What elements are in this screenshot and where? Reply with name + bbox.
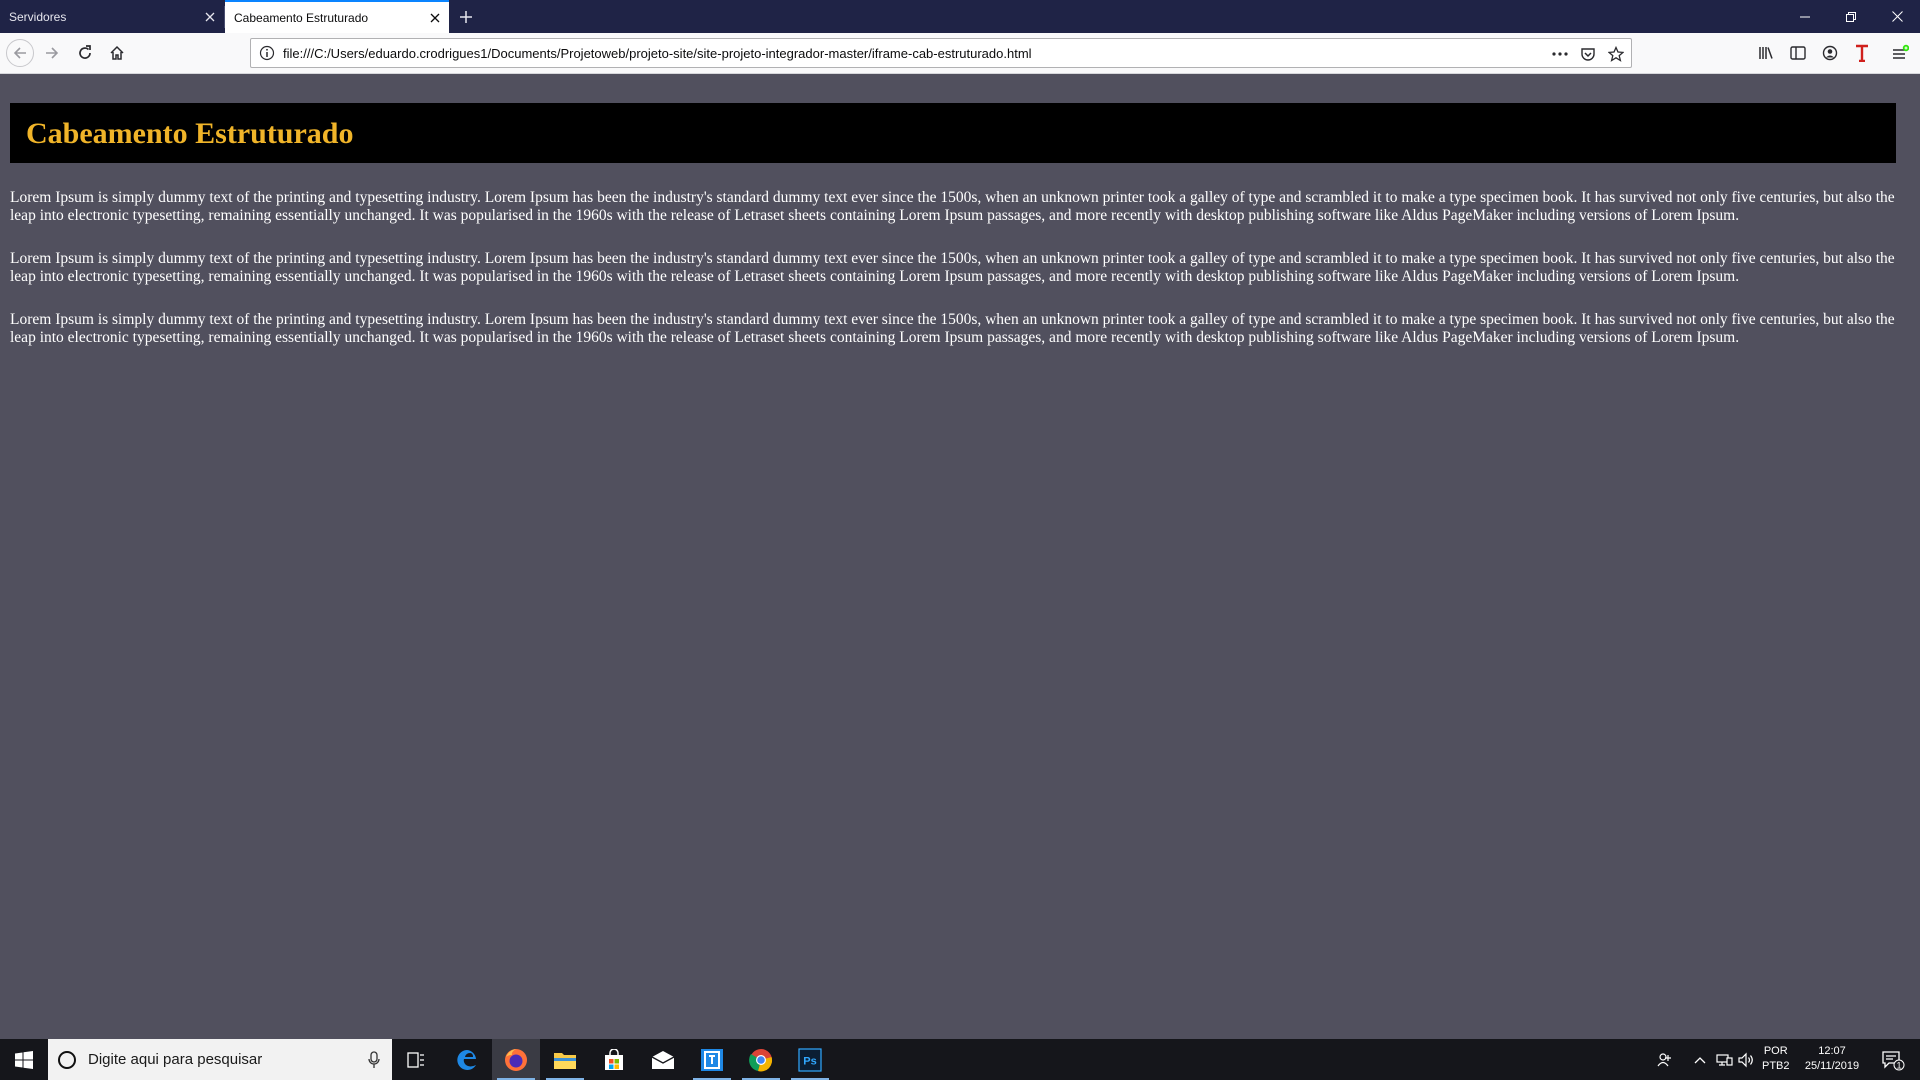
- menu-icon[interactable]: [1886, 39, 1914, 67]
- cortana-icon: [58, 1051, 76, 1069]
- paragraph-2: Lorem Ipsum is simply dummy text of the …: [10, 250, 1895, 285]
- store-icon[interactable]: [590, 1039, 638, 1080]
- microphone-icon[interactable]: [366, 1049, 382, 1071]
- sidebar-icon[interactable]: [1784, 39, 1812, 67]
- input-language[interactable]: POR PTB2: [1762, 1044, 1790, 1074]
- page-title: Cabeamento Estruturado: [26, 117, 354, 150]
- search-placeholder: Digite aqui para pesquisar: [88, 1051, 263, 1068]
- extension-t-icon[interactable]: [1848, 39, 1876, 67]
- tab-strip: Servidores Cabeamento Estruturado: [0, 0, 1920, 33]
- file-explorer-icon[interactable]: [541, 1039, 589, 1080]
- mail-icon[interactable]: [639, 1039, 687, 1080]
- close-tab-icon[interactable]: [421, 1, 449, 34]
- new-tab-icon[interactable]: [452, 0, 480, 33]
- network-icon[interactable]: [1713, 1039, 1735, 1080]
- library-icon[interactable]: [1752, 39, 1780, 67]
- tab-label: Cabeamento Estruturado: [234, 10, 369, 25]
- restore-icon[interactable]: [1828, 0, 1874, 33]
- chevron-up-icon[interactable]: [1689, 1039, 1711, 1080]
- task-view-icon[interactable]: [392, 1039, 440, 1080]
- url-text: file:///C:/Users/eduardo.crodrigues1/Doc…: [283, 46, 1032, 61]
- tab-label: Servidores: [9, 9, 67, 24]
- tab-cabeamento-estruturado[interactable]: Cabeamento Estruturado: [225, 0, 449, 33]
- clock-date: 25/11/2019: [1804, 1060, 1860, 1072]
- account-icon[interactable]: [1816, 39, 1844, 67]
- close-tab-icon[interactable]: [196, 0, 224, 33]
- home-icon[interactable]: [103, 39, 131, 67]
- pocket-icon[interactable]: [1576, 42, 1600, 66]
- chrome-icon[interactable]: [737, 1039, 785, 1080]
- paragraph-3: Lorem Ipsum is simply dummy text of the …: [10, 311, 1895, 346]
- clock-time: 12:07: [1818, 1045, 1846, 1057]
- url-bar[interactable]: file:///C:/Users/eduardo.crodrigues1/Doc…: [250, 38, 1632, 68]
- volume-icon[interactable]: [1735, 1039, 1757, 1080]
- system-clock[interactable]: 12:07 25/11/2019: [1800, 1044, 1864, 1074]
- minimize-icon[interactable]: [1782, 0, 1828, 33]
- notification-count: 1: [1896, 1060, 1901, 1070]
- navigation-toolbar: file:///C:/Users/eduardo.crodrigues1/Doc…: [0, 33, 1920, 74]
- people-icon[interactable]: [1654, 1039, 1676, 1080]
- edge-icon[interactable]: [443, 1039, 491, 1080]
- keyboard-layout: PTB2: [1762, 1060, 1790, 1072]
- close-window-icon[interactable]: [1874, 0, 1920, 33]
- page-header: Cabeamento Estruturado: [10, 103, 1896, 163]
- more-icon[interactable]: [1548, 42, 1572, 66]
- page-content: Cabeamento Estruturado Lorem Ipsum is si…: [0, 75, 1920, 1039]
- notification-center-icon[interactable]: 1: [1872, 1039, 1914, 1080]
- language-code: POR: [1763, 1045, 1788, 1057]
- windows-start-icon[interactable]: [0, 1039, 48, 1080]
- app-icon[interactable]: [688, 1039, 736, 1080]
- taskbar-search-box[interactable]: Digite aqui para pesquisar: [48, 1039, 392, 1080]
- photoshop-label: Ps: [803, 1055, 816, 1067]
- back-icon[interactable]: [6, 39, 34, 67]
- bookmark-star-icon[interactable]: [1604, 42, 1628, 66]
- reload-icon[interactable]: [71, 39, 99, 67]
- tab-servidores[interactable]: Servidores: [0, 0, 224, 33]
- info-icon[interactable]: [259, 45, 275, 61]
- firefox-icon[interactable]: [492, 1039, 540, 1080]
- paragraph-1: Lorem Ipsum is simply dummy text of the …: [10, 189, 1895, 224]
- windows-taskbar: Digite aqui para pesquisar Ps POR PTB2 1…: [0, 1039, 1920, 1080]
- photoshop-icon[interactable]: Ps: [786, 1039, 834, 1080]
- forward-icon[interactable]: [38, 39, 66, 67]
